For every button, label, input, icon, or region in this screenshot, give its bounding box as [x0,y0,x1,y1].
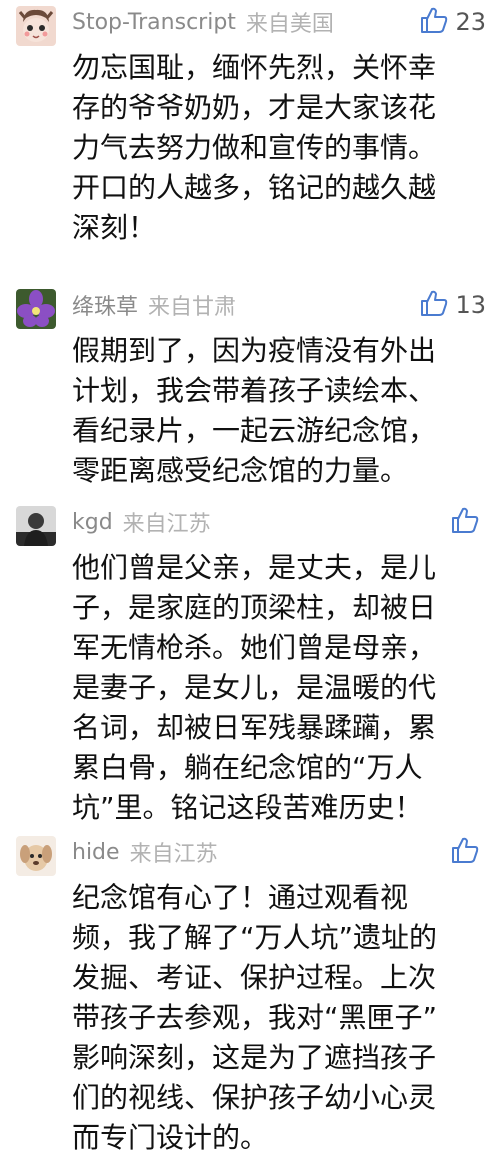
comment-line: 看纪录片，一起云游纪念馆， [72,414,437,447]
comment-text: 假期到了，因为疫情没有外出 计划，我会带着孩子读绘本、 看纪录片，一起云游纪念馆… [72,331,482,491]
comment-line: 存的爷爷奶奶，才是大家该花 [72,91,437,124]
comment-line: 假期到了，因为疫情没有外出 [72,334,437,367]
comment-text: 纪念馆有心了！通过观看视 频，我了解了“万人坑”遗址的 发掘、考证、保护过程。上… [72,878,482,1158]
comment-line: 带孩子去参观，我对“黑匣子” [72,1001,438,1034]
thumbs-up-icon [419,288,449,322]
comment-line: 纪念馆有心了！通过观看视 [72,881,409,914]
comment-line: 零距离感受纪念馆的力量。 [72,454,409,487]
nickname[interactable]: Stop-Transcript [72,10,236,35]
purple-flower-avatar-icon[interactable] [16,289,56,329]
cartoon-avatar-icon[interactable] [16,6,56,46]
location-label: 来自江苏 [122,512,211,537]
comment-line: 勿忘国耻，缅怀先烈，关怀幸 [72,51,437,84]
comment-line: 是妻子，是女儿，是温暖的代 [72,671,437,704]
comment-line: 计划，我会带着孩子读绘本、 [72,374,437,407]
like-button[interactable]: 23 [419,4,486,40]
comment-line: 影响深刻，这是为了遮挡孩子 [72,1041,437,1074]
comment-line: 开口的人越多，铭记的越久越 [72,171,437,204]
puppy-avatar-icon[interactable] [16,836,56,876]
like-button[interactable] [450,504,486,540]
comment-line: 力气去努力做和宣传的事情。 [72,131,437,164]
dark-figure-avatar-icon[interactable] [16,506,56,546]
comment-item: hide 来自江苏 纪念馆有心了！通过观看视 频，我了解了“万人坑”遗址的 发掘… [0,830,500,1165]
comment-header: hide 来自江苏 [72,832,500,872]
comment-line: 发掘、考证、保护过程。上次 [72,961,437,994]
like-count: 23 [455,8,486,36]
like-count: 13 [455,291,486,319]
comment-line: 累白骨，躺在纪念馆的“万人 [72,751,423,784]
thumbs-up-icon [450,835,480,869]
nickname[interactable]: hide [72,840,120,865]
comment-line: 名词，却被日军残暴蹂躏，累 [72,711,437,744]
comment-line: 他们曾是父亲，是丈夫，是儿 [72,551,437,584]
thumbs-up-icon [419,5,449,39]
location-label: 来自江苏 [129,842,218,867]
location-label: 来自美国 [245,12,334,37]
comment-line: 们的视线、保护孩子幼小心灵 [72,1081,437,1114]
comment-item: Stop-Transcript 来自美国 23 勿忘国耻，缅怀先烈，关怀幸 存的… [0,0,500,270]
comment-line: 而专门设计的。 [72,1121,269,1154]
like-button[interactable] [450,834,486,870]
comment-item: kgd 来自江苏 他们曾是父亲，是丈夫，是儿 子，是家庭的顶梁柱，却被日 军无情… [0,500,500,825]
comment-header: kgd 来自江苏 [72,502,500,542]
nickname[interactable]: kgd [72,510,113,535]
like-button[interactable]: 13 [419,287,486,323]
comment-item: 绛珠草 来自甘肃 13 假期到了，因为疫情没有外出 计划，我会带着孩子读绘本、 … [0,283,500,493]
comment-text: 他们曾是父亲，是丈夫，是儿 子，是家庭的顶梁柱，却被日 军无情枪杀。她们曾是母亲… [72,548,482,828]
location-label: 来自甘肃 [148,295,237,320]
comment-line: 深刻！ [72,211,157,244]
nickname[interactable]: 绛珠草 [72,289,138,321]
comment-line: 子，是家庭的顶梁柱，却被日 [72,591,437,624]
comment-text: 勿忘国耻，缅怀先烈，关怀幸 存的爷爷奶奶，才是大家该花 力气去努力做和宣传的事情… [72,48,482,248]
comment-line: 军无情枪杀。她们曾是母亲， [72,631,437,664]
comment-line: 坑”里。铭记这段苦难历史！ [72,791,423,824]
comment-line: 频，我了解了“万人坑”遗址的 [72,921,438,954]
thumbs-up-icon [450,505,480,539]
